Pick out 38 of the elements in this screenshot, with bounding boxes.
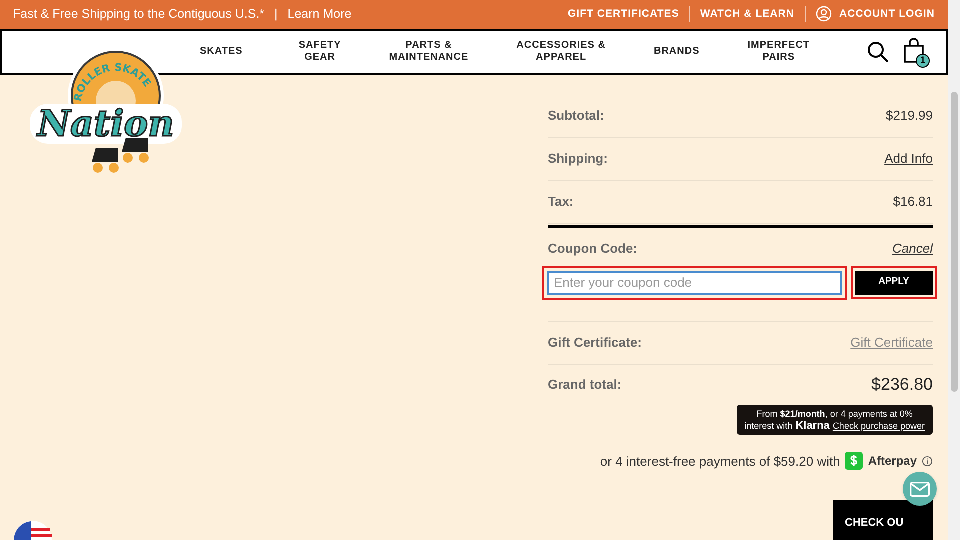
info-icon[interactable]	[922, 456, 933, 467]
promo-text: Fast & Free Shipping to the Contiguous U.S.*	[13, 6, 265, 24]
nav-item[interactable]: SAFETY GEAR	[298, 40, 342, 64]
mail-icon	[910, 482, 930, 496]
user-icon	[816, 6, 832, 22]
apply-button[interactable]: APPLY	[855, 270, 933, 295]
separator: |	[274, 6, 278, 24]
nav-item[interactable]: IMPERFECT PAIRS	[748, 40, 810, 64]
grand-total-label: Grand total:	[548, 376, 622, 394]
summary-label: Tax:	[548, 192, 574, 211]
check-purchase-power-link[interactable]: Check purchase power	[832, 420, 925, 432]
chat-button[interactable]	[903, 472, 937, 506]
dollar-icon	[845, 452, 864, 470]
search-icon[interactable]	[866, 40, 890, 64]
add-info-link[interactable]: Add Info	[884, 148, 933, 168]
nav-item[interactable]: ACCESSORIES & APPAREL	[516, 40, 606, 64]
klarna-text: interest with	[744, 420, 793, 432]
nav-item[interactable]: PARTS & MAINTENANCE	[389, 40, 469, 64]
scrollbar[interactable]	[948, 0, 960, 540]
klarna-logo: Klarna	[796, 420, 830, 432]
afterpay-text: or 4 interest-free payments of $59.20 with	[600, 452, 840, 471]
flag-icon[interactable]	[14, 520, 52, 540]
cart-button[interactable]: 1	[902, 38, 928, 66]
coupon-label: Coupon Code:	[548, 240, 638, 258]
cart-count: 1	[916, 54, 930, 68]
afterpay-logo: Afterpay	[868, 453, 917, 470]
nav-item[interactable]: BRANDS	[654, 46, 700, 58]
summary-label: Subtotal:	[548, 106, 604, 125]
checkout-button[interactable]: CHECK OU	[833, 500, 933, 540]
coupon-field[interactable]: Enter your coupon code	[542, 266, 847, 300]
klarna-text: From $21/month, or 4 payments at 0%	[756, 408, 914, 420]
summary-label: Shipping:	[548, 150, 608, 168]
cancel-link[interactable]: Cancel	[892, 238, 933, 258]
nav-item[interactable]: SKATES	[200, 46, 243, 58]
summary-value: $219.99	[886, 106, 933, 125]
summary-value: $16.81	[893, 192, 933, 211]
gift-label: Gift Certificate:	[548, 334, 642, 352]
grand-total-value: $236.80	[872, 374, 933, 396]
